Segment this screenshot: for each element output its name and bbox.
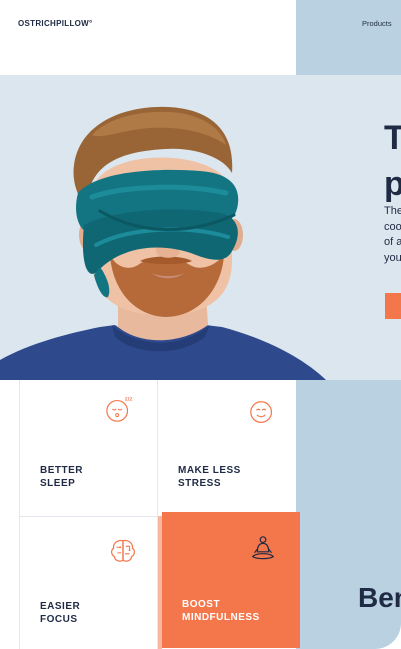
benefit-tile-make-less-stress[interactable]: MAKE LESS STRESS bbox=[158, 380, 296, 514]
hero-description: The coo of a you bbox=[384, 205, 401, 264]
site-header: OSTRICHPILLOW° Products bbox=[0, 0, 401, 75]
benefits-heading: Ben bbox=[358, 582, 401, 613]
svg-text:zzz: zzz bbox=[125, 397, 133, 403]
benefit-tile-easier-focus[interactable]: EASIER FOCUS bbox=[20, 516, 158, 649]
benefit-tile-better-sleep[interactable]: zzz BETTER SLEEP bbox=[20, 380, 158, 514]
grid-divider bbox=[19, 380, 20, 649]
page: OSTRICHPILLOW° Products T p The coo of a… bbox=[0, 0, 401, 649]
brain-icon bbox=[111, 539, 135, 562]
header-accent-panel bbox=[296, 0, 401, 75]
brand-logo[interactable]: OSTRICHPILLOW° bbox=[18, 19, 93, 28]
tile-label: BETTER SLEEP bbox=[40, 465, 83, 489]
smiling-face-icon bbox=[250, 401, 273, 423]
sleeping-face-icon: zzz bbox=[106, 397, 133, 422]
tile-label: BOOST MINDFULNESS bbox=[182, 599, 260, 623]
nav-products-link[interactable]: Products bbox=[362, 19, 392, 28]
benefits-section: Ben zzz BETTER SLEEP MAKE LESS STRESS bbox=[0, 380, 401, 649]
hero-title: T p bbox=[384, 119, 401, 203]
tile-label: MAKE LESS STRESS bbox=[178, 465, 241, 489]
benefit-tile-boost-mindfulness[interactable]: BOOST MINDFULNESS bbox=[162, 512, 300, 648]
hero-photo-man-with-pillow bbox=[0, 106, 326, 380]
grid-divider bbox=[19, 516, 162, 517]
hero-section: T p The coo of a you bbox=[0, 75, 401, 380]
hero-cta-button[interactable] bbox=[385, 293, 401, 319]
active-tile-shadow bbox=[158, 516, 162, 649]
meditation-icon bbox=[251, 536, 275, 560]
tile-label: EASIER FOCUS bbox=[40, 601, 81, 625]
